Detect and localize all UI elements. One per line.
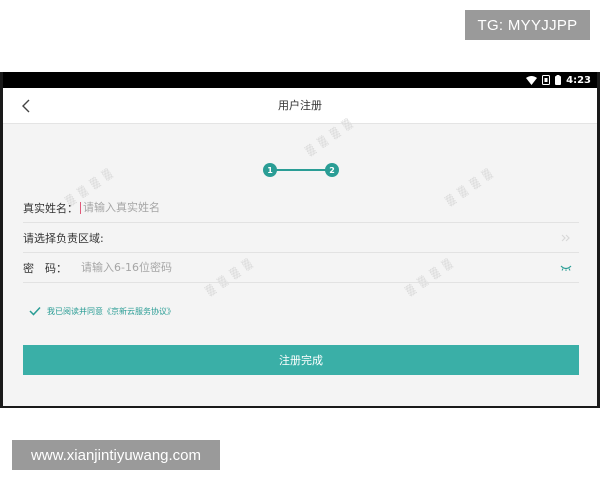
- status-bar: 4:23: [3, 72, 597, 88]
- password-label: 密 码：: [23, 261, 67, 275]
- page-title: 用户注册: [278, 99, 322, 112]
- text-cursor: [80, 201, 81, 214]
- status-time: 4:23: [566, 74, 591, 86]
- step-indicator: 1 2: [263, 160, 345, 180]
- app-screen: 4:23 用户注册 ▒ ▒ ▒ ▒ ▒ ▒ ▒ ▒ ▒ ▒ ▒ ▒ ▒ ▒ ▒ …: [3, 72, 597, 406]
- tg-watermark-badge: TG: MYYJJPP: [465, 10, 590, 40]
- app-bar: 用户注册: [3, 88, 597, 124]
- complete-registration-button[interactable]: 注册完成: [23, 345, 579, 375]
- device-frame: 4:23 用户注册 ▒ ▒ ▒ ▒ ▒ ▒ ▒ ▒ ▒ ▒ ▒ ▒ ▒ ▒ ▒ …: [0, 72, 600, 408]
- eye-closed-icon[interactable]: [559, 261, 573, 275]
- step-two: 2: [325, 163, 339, 177]
- step-one: 1: [263, 163, 277, 177]
- region-label: 请选择负责区域:: [23, 231, 104, 245]
- name-label: 真实姓名：: [23, 201, 78, 215]
- double-chevron-right-icon[interactable]: [559, 231, 573, 245]
- name-row: 真实姓名：: [23, 193, 579, 223]
- region-row[interactable]: 请选择负责区域:: [23, 223, 579, 253]
- agreement-row: 我已阅读并同意《京新云服务协议》: [29, 305, 175, 317]
- sim-signal-icon: [542, 75, 551, 85]
- wifi-icon: [526, 75, 538, 85]
- password-row: 密 码：: [23, 253, 579, 283]
- battery-icon: [555, 75, 562, 85]
- page: TG: MYYJJPP 4:23 用户注册 ▒ ▒ ▒ ▒ ▒ ▒ ▒ ▒ ▒ …: [0, 0, 600, 480]
- password-input[interactable]: [81, 261, 579, 274]
- checkmark-icon[interactable]: [29, 305, 41, 317]
- agreement-text[interactable]: 我已阅读并同意《京新云服务协议》: [47, 306, 175, 317]
- name-input[interactable]: [83, 201, 579, 214]
- site-watermark-badge: www.xianjintiyuwang.com: [12, 440, 220, 470]
